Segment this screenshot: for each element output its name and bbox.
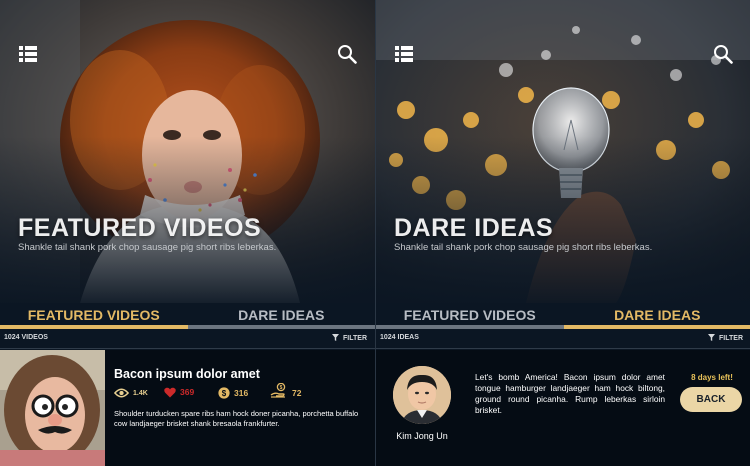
tab-bar: FEATURED VIDEOS DARE IDEAS: [376, 303, 750, 325]
hero-subtitle: Shankle tail shank pork chop sausage pig…: [18, 242, 277, 253]
back-button[interactable]: BACK: [680, 387, 742, 412]
svg-text:$: $: [222, 389, 227, 398]
days-left-label: 8 days left!: [691, 373, 733, 382]
avatar[interactable]: [393, 366, 451, 424]
heart-icon: [164, 387, 176, 398]
author-name: Kim Jong Un: [396, 431, 448, 441]
filter-label: FILTER: [719, 335, 743, 342]
video-list-item[interactable]: Bacon ipsum dolor amet 1.4K 369 $316 $72…: [0, 350, 375, 466]
hero-subtitle: Shankle tail shank pork chop sausage pig…: [394, 242, 653, 253]
filter-label: FILTER: [343, 335, 367, 342]
grid-list-icon[interactable]: [394, 44, 414, 64]
list-toolbar: 1024 IDEAS FILTER: [376, 329, 750, 349]
result-count: 1024 VIDEOS: [4, 334, 48, 341]
donations-stat: $72: [270, 382, 302, 399]
likes-count: 369: [180, 387, 195, 397]
result-count: 1024 IDEAS: [380, 334, 419, 341]
earnings-amount: 316: [234, 388, 249, 398]
hero-title: DARE IDEAS: [394, 214, 554, 242]
list-toolbar: 1024 VIDEOS FILTER: [0, 329, 375, 349]
video-title[interactable]: Bacon ipsum dolor amet: [114, 367, 260, 381]
hero-featured-videos: FEATURED VIDEOS Shankle tail shank pork …: [0, 0, 375, 303]
featured-videos-screen: FEATURED VIDEOS Shankle tail shank pork …: [0, 0, 375, 466]
donations-count: 72: [292, 388, 302, 398]
tab-featured-videos[interactable]: FEATURED VIDEOS: [0, 307, 188, 323]
svg-text:$: $: [280, 385, 283, 391]
dollar-coin-icon: $: [218, 387, 230, 399]
hand-coin-icon: $: [270, 382, 286, 398]
hero-title: FEATURED VIDEOS: [18, 214, 262, 242]
video-thumbnail[interactable]: [0, 350, 105, 466]
eye-icon: [113, 388, 130, 398]
funnel-icon: [708, 334, 716, 341]
hero-photo-lightbulb: [376, 0, 750, 303]
tab-bar: FEATURED VIDEOS DARE IDEAS: [0, 303, 375, 325]
tab-dare-ideas[interactable]: DARE IDEAS: [188, 307, 376, 323]
video-description: Shoulder turducken spare ribs ham hock d…: [114, 409, 359, 428]
grid-list-icon[interactable]: [18, 44, 38, 64]
tab-featured-videos[interactable]: FEATURED VIDEOS: [376, 307, 564, 323]
filter-button[interactable]: FILTER: [332, 334, 367, 342]
hero-photo-woman: [0, 0, 375, 303]
idea-list-item[interactable]: Kim Jong Un Let's bomb America! Bacon ip…: [376, 350, 750, 466]
views-stat: 1.4K: [113, 387, 148, 398]
dare-ideas-screen: DARE IDEAS Shankle tail shank pork chop …: [375, 0, 750, 466]
hero-dare-ideas: DARE IDEAS Shankle tail shank pork chop …: [376, 0, 750, 303]
views-count: 1.4K: [133, 390, 148, 397]
idea-text: Let's bomb America! Bacon ipsum dolor am…: [475, 372, 665, 415]
search-icon[interactable]: [337, 44, 357, 64]
earnings-stat: $316: [218, 387, 248, 399]
likes-stat: 369: [164, 387, 194, 398]
tab-dare-ideas[interactable]: DARE IDEAS: [564, 307, 750, 323]
filter-button[interactable]: FILTER: [708, 334, 743, 342]
funnel-icon: [332, 334, 340, 341]
search-icon[interactable]: [713, 44, 733, 64]
